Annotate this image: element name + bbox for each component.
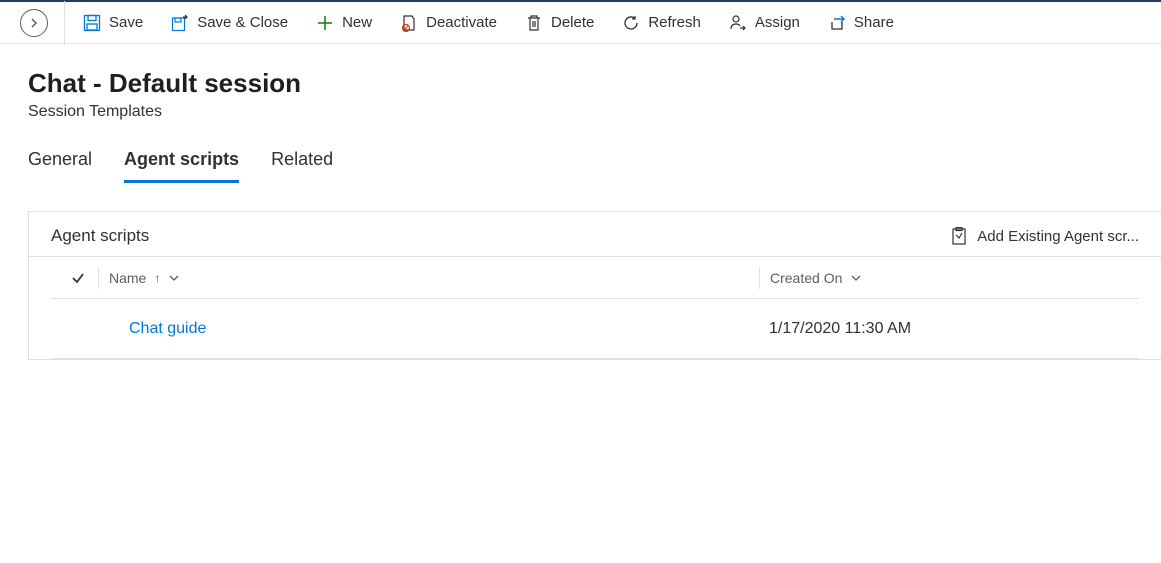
- column-created-on-header[interactable]: Created On: [759, 267, 1139, 289]
- new-label: New: [342, 14, 372, 31]
- assign-icon: [729, 14, 747, 32]
- delete-button[interactable]: Delete: [523, 10, 596, 36]
- tab-agent-scripts[interactable]: Agent scripts: [124, 149, 239, 183]
- add-existing-label: Add Existing Agent scr...: [977, 228, 1139, 245]
- tabs: General Agent scripts Related: [0, 129, 1161, 183]
- column-name-header[interactable]: Name ↑: [99, 270, 759, 286]
- cell-name: Chat guide: [99, 320, 759, 338]
- select-all-column[interactable]: [71, 267, 99, 289]
- column-name-label: Name: [109, 270, 146, 286]
- clipboard-icon: [951, 227, 967, 245]
- save-close-icon: [171, 14, 189, 32]
- chevron-down-icon: [850, 274, 862, 282]
- trash-icon: [525, 14, 543, 32]
- section-title: Agent scripts: [51, 226, 149, 246]
- page-title: Chat - Default session: [28, 68, 1133, 99]
- refresh-icon: [622, 14, 640, 32]
- divider: [64, 1, 65, 45]
- new-button[interactable]: New: [314, 10, 374, 36]
- assign-button[interactable]: Assign: [727, 10, 802, 36]
- table-row[interactable]: Chat guide 1/17/2020 11:30 AM: [51, 299, 1139, 359]
- deactivate-icon: [400, 14, 418, 32]
- tab-general[interactable]: General: [28, 149, 92, 183]
- content-panel: Agent scripts Add Existing Agent scr... …: [28, 211, 1161, 360]
- save-icon: [83, 14, 101, 32]
- command-bar: Save Save & Close New Deactivate: [0, 0, 1161, 44]
- record-link[interactable]: Chat guide: [129, 320, 206, 337]
- chevron-right-icon: [29, 18, 39, 28]
- plus-icon: [316, 14, 334, 32]
- add-existing-button[interactable]: Add Existing Agent scr...: [951, 227, 1139, 245]
- share-icon: [828, 14, 846, 32]
- page-subtitle: Session Templates: [28, 103, 1133, 121]
- save-close-label: Save & Close: [197, 14, 288, 31]
- save-button[interactable]: Save: [81, 10, 145, 36]
- expand-button[interactable]: [20, 9, 48, 37]
- share-label: Share: [854, 14, 894, 31]
- tab-related[interactable]: Related: [271, 149, 333, 183]
- section-header: Agent scripts Add Existing Agent scr...: [29, 212, 1161, 257]
- delete-label: Delete: [551, 14, 594, 31]
- refresh-button[interactable]: Refresh: [620, 10, 703, 36]
- chevron-down-icon: [168, 274, 180, 282]
- deactivate-label: Deactivate: [426, 14, 497, 31]
- table: Name ↑ Created On Chat guide 1/17/2020 1…: [29, 257, 1161, 359]
- save-label: Save: [109, 14, 143, 31]
- table-header: Name ↑ Created On: [51, 257, 1139, 299]
- cell-created-on: 1/17/2020 11:30 AM: [759, 320, 1139, 338]
- refresh-label: Refresh: [648, 14, 701, 31]
- deactivate-button[interactable]: Deactivate: [398, 10, 499, 36]
- share-button[interactable]: Share: [826, 10, 896, 36]
- column-created-on-label: Created On: [770, 270, 842, 286]
- page-header: Chat - Default session Session Templates: [0, 44, 1161, 129]
- sort-asc-icon: ↑: [154, 271, 160, 285]
- check-icon: [71, 271, 85, 285]
- assign-label: Assign: [755, 14, 800, 31]
- save-close-button[interactable]: Save & Close: [169, 10, 290, 36]
